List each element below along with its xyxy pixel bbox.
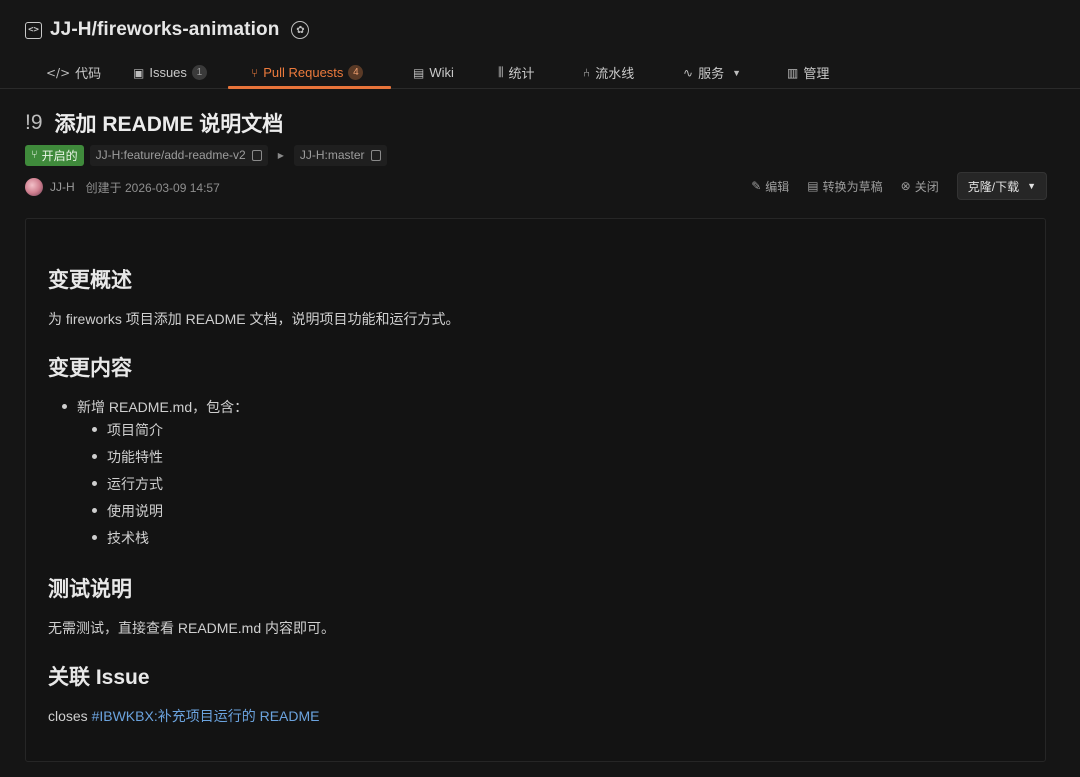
status-badge: ⑂ 开启的 [25, 144, 84, 166]
issue-prefix: closes [48, 708, 92, 724]
list-item: 功能特性 [92, 447, 163, 467]
pipeline-icon: ⑃ [583, 65, 591, 80]
tab-service[interactable]: ∿ 服务 ▼ [683, 56, 741, 89]
manage-icon: ▥ [787, 65, 799, 80]
bullet [92, 426, 97, 432]
list-item: 项目简介 [92, 420, 163, 440]
issues-count: 1 [191, 65, 207, 80]
tab-wiki[interactable]: ▤ Wiki [413, 56, 454, 89]
issue-link[interactable]: #IBWKBX:补充项目运行的 README [92, 708, 320, 724]
repo-tabs: </> 代码 ▣ Issues 1 ⑂ Pull Requests 4 ▤ Wi… [0, 56, 1080, 89]
tab-label: 管理 [803, 66, 830, 81]
summary-text: 为 fireworks 项目添加 README 文档，说明项目功能和运行方式。 [48, 311, 460, 327]
list-item: 新增 README.md，包含： [62, 397, 248, 417]
pull-request-icon: ⑂ [251, 65, 259, 80]
target-branch-label: JJ-H:master [299, 148, 365, 162]
bullet [92, 534, 97, 540]
bullet [92, 507, 97, 513]
heading-summary: 变更概述 [48, 269, 132, 292]
draft-label: 转换为草稿 [822, 179, 883, 194]
repo-name[interactable]: JJ-H/fireworks-animation [50, 19, 279, 41]
tab-label: Pull Requests [263, 65, 344, 80]
list-item-text: 项目简介 [107, 422, 163, 438]
code-icon: </> [46, 65, 71, 80]
tab-label: Issues [149, 65, 187, 80]
list-item-text: 运行方式 [107, 476, 163, 492]
tab-label: Wiki [429, 65, 454, 80]
convert-to-draft-button[interactable]: ▤ 转换为草稿 [807, 178, 882, 195]
avatar[interactable] [25, 178, 43, 196]
service-icon: ∿ [683, 65, 694, 80]
chevron-down-icon: ▼ [1027, 181, 1036, 191]
pull-request-icon: ⑂ [31, 149, 38, 161]
tab-label: 流水线 [595, 66, 635, 81]
target-branch[interactable]: JJ-H:master [293, 144, 387, 166]
edit-icon: ✎ [751, 179, 762, 193]
list-item-text: 新增 README.md，包含： [77, 399, 249, 415]
tab-label: 代码 [75, 66, 102, 81]
issue-line: closes #IBWKBX:补充项目运行的 README [48, 706, 320, 726]
close-pr-button[interactable]: ⊗ 关闭 [901, 178, 939, 195]
tab-code[interactable]: </> 代码 [46, 56, 101, 89]
edit-button[interactable]: ✎ 编辑 [751, 178, 789, 195]
issues-icon: ▣ [133, 65, 145, 80]
badge-icon[interactable]: ✿ [291, 21, 310, 39]
repo-header: <> JJ-H/fireworks-animation ✿ </> 代码 ▣ I… [0, 0, 1080, 89]
created-time: 创建于 2026-03-09 14:57 [85, 180, 220, 195]
clone-label: 克隆/下载 [967, 179, 1020, 194]
pr-title: 添加 README 说明文档 [54, 113, 284, 136]
pr-actions: ✎ 编辑 ▤ 转换为草稿 ⊗ 关闭 克隆/下载 ▼ [751, 172, 1047, 200]
pr-title-row: !9 添加 README 说明文档 [25, 108, 283, 138]
bullet [92, 453, 97, 459]
edit-label: 编辑 [765, 179, 790, 194]
heading-test: 测试说明 [48, 578, 132, 601]
status-label: 开启的 [41, 148, 78, 163]
list-item: 技术栈 [92, 528, 149, 548]
pull-requests-count: 4 [348, 65, 364, 80]
close-icon: ⊗ [900, 179, 911, 193]
draft-icon: ▤ [807, 179, 819, 193]
stats-icon: ⫼ [498, 65, 504, 79]
author-name[interactable]: JJ-H [50, 180, 75, 194]
heading-changes: 变更内容 [48, 357, 132, 380]
tab-label: 统计 [508, 66, 535, 81]
bullet [92, 480, 97, 486]
clone-download-button[interactable]: 克隆/下载 ▼ [956, 172, 1047, 200]
test-text: 无需测试，直接查看 README.md 内容即可。 [48, 620, 336, 636]
copy-icon[interactable] [251, 149, 262, 161]
tab-issues[interactable]: ▣ Issues 1 [133, 56, 207, 89]
pr-number: !9 [25, 111, 43, 134]
tab-pull-requests[interactable]: ⑂ Pull Requests 4 [251, 56, 364, 89]
branch-row: ⑂ 开启的 JJ-H:feature/add-readme-v2 ▶ JJ-H:… [25, 144, 387, 166]
list-item-text: 使用说明 [107, 503, 163, 519]
copy-icon[interactable] [370, 149, 381, 161]
list-item: 使用说明 [92, 501, 163, 521]
tab-label: 服务 [698, 66, 725, 81]
heading-issue: 关联 Issue [48, 666, 150, 689]
active-tab-indicator [228, 86, 391, 89]
source-branch-label: JJ-H:feature/add-readme-v2 [95, 148, 246, 162]
repo-title-row: <> JJ-H/fireworks-animation ✿ [25, 17, 310, 43]
meta-row: JJ-H 创建于 2026-03-09 14:57 [25, 177, 220, 197]
list-item-text: 技术栈 [107, 530, 149, 546]
list-item: 运行方式 [92, 474, 163, 494]
repo-icon: <> [25, 21, 42, 39]
tab-manage[interactable]: ▥ 管理 [787, 56, 829, 89]
source-branch[interactable]: JJ-H:feature/add-readme-v2 [89, 144, 268, 166]
wiki-icon: ▤ [413, 65, 425, 80]
tab-pipeline[interactable]: ⑃ 流水线 [583, 56, 634, 89]
bullet [62, 403, 67, 409]
pr-description: 变更概述 为 fireworks 项目添加 README 文档，说明项目功能和运… [25, 218, 1046, 762]
chevron-down-icon: ▼ [732, 67, 741, 78]
tab-stats[interactable]: ⫼ 统计 [498, 56, 535, 89]
list-item-text: 功能特性 [107, 449, 163, 465]
close-label: 关闭 [914, 179, 939, 194]
arrow-right-icon: ▶ [277, 150, 284, 160]
